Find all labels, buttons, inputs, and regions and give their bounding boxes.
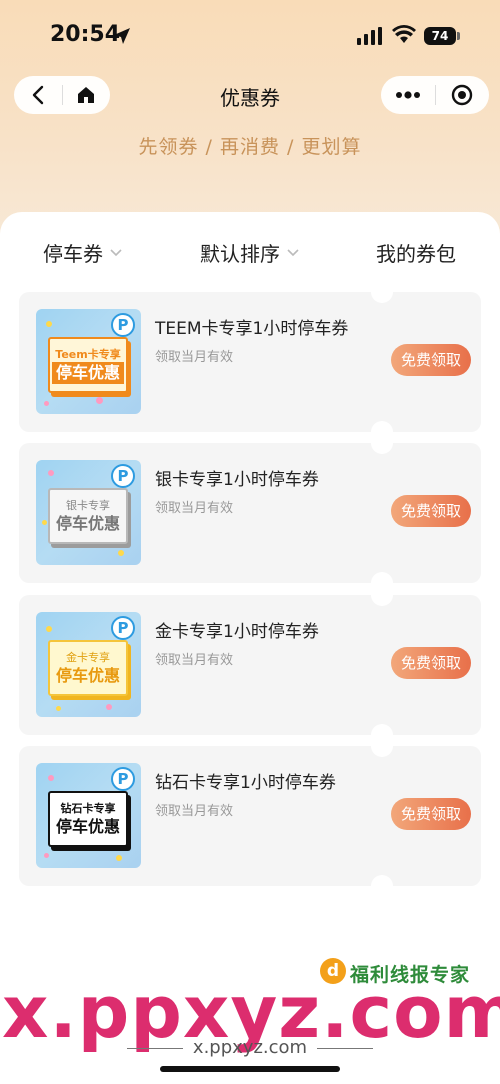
page-title: 优惠券 xyxy=(220,86,280,110)
battery-tip xyxy=(457,32,460,40)
watermark-line-right xyxy=(317,1047,374,1049)
thumb-decor-dot xyxy=(96,397,103,404)
thumb-line1: 金卡专享 xyxy=(66,650,110,664)
status-time: 20:54 xyxy=(50,22,121,47)
slogan-text: 先领券 / 再消费 / 更划算 xyxy=(138,136,362,158)
coupon-title: 钻石卡专享1小时停车券 xyxy=(155,773,336,793)
thumb-line1: 银卡专享 xyxy=(66,498,110,512)
wallet-label: 我的券包 xyxy=(376,242,456,266)
coupon-validity: 领取当月有效 xyxy=(155,350,234,365)
more-button[interactable] xyxy=(381,76,435,114)
thumb-decor-dot xyxy=(46,321,52,327)
claim-coupon-button[interactable]: 免费领取 xyxy=(391,798,471,830)
claim-coupon-button[interactable]: 免费领取 xyxy=(391,344,471,376)
thumb-line2: 停车优惠 xyxy=(51,361,124,384)
thumb-decor-dot xyxy=(44,401,49,406)
card-notch xyxy=(371,432,393,454)
coupon-thumbnail: P 银卡专享 停车优惠 xyxy=(36,460,141,565)
claim-coupon-button[interactable]: 免费领取 xyxy=(391,495,471,527)
coupon-title: 银卡专享1小时停车券 xyxy=(155,470,319,490)
thumb-decor-dot xyxy=(106,704,112,710)
coupon-card[interactable]: P 钻石卡专享 停车优惠 钻石卡专享1小时停车券 领取当月有效 免费领取 xyxy=(19,735,481,897)
coupon-thumb-tag: 银卡专享 停车优惠 xyxy=(48,488,128,544)
coupon-validity: 领取当月有效 xyxy=(155,804,234,819)
home-indicator[interactable] xyxy=(160,1066,340,1072)
parking-p-icon: P xyxy=(111,767,135,791)
sort-filter-label: 默认排序 xyxy=(200,242,280,266)
parking-p-icon: P xyxy=(111,313,135,337)
type-filter-dropdown[interactable]: 停车券 xyxy=(43,238,123,267)
card-notch xyxy=(371,584,393,606)
coupon-thumbnail: P 金卡专享 停车优惠 xyxy=(36,612,141,717)
coupon-card[interactable]: P 银卡专享 停车优惠 银卡专享1小时停车券 领取当月有效 免费领取 xyxy=(19,432,481,594)
nav-left-capsule xyxy=(14,76,110,114)
coupon-thumb-tag: Teem卡专享 停车优惠 xyxy=(48,337,128,393)
watermark-small-text: x.ppxyz.com xyxy=(192,1037,308,1058)
close-miniprogram-button[interactable] xyxy=(435,76,489,114)
coupon-thumbnail: P 钻石卡专享 停车优惠 xyxy=(36,763,141,868)
cellular-signal-icon xyxy=(357,27,382,45)
target-close-icon xyxy=(452,84,473,106)
coupon-validity: 领取当月有效 xyxy=(155,653,234,668)
location-arrow-icon xyxy=(114,28,130,44)
coupon-card[interactable]: P Teem卡专享 停车优惠 TEEM卡专享1小时停车券 领取当月有效 免费领取 xyxy=(19,281,481,443)
thumb-decor-dot xyxy=(48,775,54,781)
chevron-left-icon xyxy=(32,85,43,105)
coupon-title: TEEM卡专享1小时停车券 xyxy=(155,319,349,339)
chevron-down-icon xyxy=(287,248,299,256)
filter-bar: 停车券 默认排序 我的券包 xyxy=(0,238,500,270)
home-icon xyxy=(78,87,95,103)
parking-p-icon: P xyxy=(111,616,135,640)
thumb-decor-dot xyxy=(118,550,124,556)
status-bar: 20:54 74 xyxy=(0,0,500,72)
my-coupon-wallet-link[interactable]: 我的券包 xyxy=(376,238,456,267)
thumb-line2: 停车优惠 xyxy=(55,513,120,533)
coupon-validity: 领取当月有效 xyxy=(155,501,234,516)
card-notch xyxy=(371,735,393,757)
watermark-small-row: x.ppxyz.com xyxy=(0,1037,500,1058)
coupon-thumb-tag: 钻石卡专享 停车优惠 xyxy=(48,791,128,847)
more-dots-icon xyxy=(395,91,420,99)
thumb-decor-dot xyxy=(48,470,54,476)
coupon-thumbnail: P Teem卡专享 停车优惠 xyxy=(36,309,141,414)
type-filter-label: 停车券 xyxy=(43,242,103,266)
chevron-down-icon xyxy=(110,248,122,256)
sort-filter-dropdown[interactable]: 默认排序 xyxy=(200,238,300,267)
card-notch xyxy=(371,875,393,897)
coupon-title: 金卡专享1小时停车券 xyxy=(155,622,319,642)
thumb-line2: 停车优惠 xyxy=(55,665,120,685)
thumb-decor-dot xyxy=(42,520,47,525)
thumb-decor-dot xyxy=(116,855,122,861)
nav-right-capsule xyxy=(381,76,489,114)
parking-p-icon: P xyxy=(111,464,135,488)
claim-coupon-button[interactable]: 免费领取 xyxy=(391,647,471,679)
thumb-decor-dot xyxy=(46,626,52,632)
battery-indicator: 74 xyxy=(424,27,456,45)
thumb-line1: Teem卡专享 xyxy=(55,347,121,361)
thumb-decor-dot xyxy=(56,706,61,711)
thumb-line1: 钻石卡专享 xyxy=(60,801,116,815)
watermark-line-left xyxy=(126,1047,183,1049)
back-button[interactable] xyxy=(14,76,62,114)
coupon-card[interactable]: P 金卡专享 停车优惠 金卡专享1小时停车券 领取当月有效 免费领取 xyxy=(19,584,481,746)
card-notch xyxy=(371,281,393,303)
home-button[interactable] xyxy=(62,76,110,114)
thumb-line2: 停车优惠 xyxy=(55,816,120,836)
wifi-icon xyxy=(392,25,416,43)
thumb-decor-dot xyxy=(44,853,49,858)
coupon-thumb-tag: 金卡专享 停车优惠 xyxy=(48,640,128,696)
